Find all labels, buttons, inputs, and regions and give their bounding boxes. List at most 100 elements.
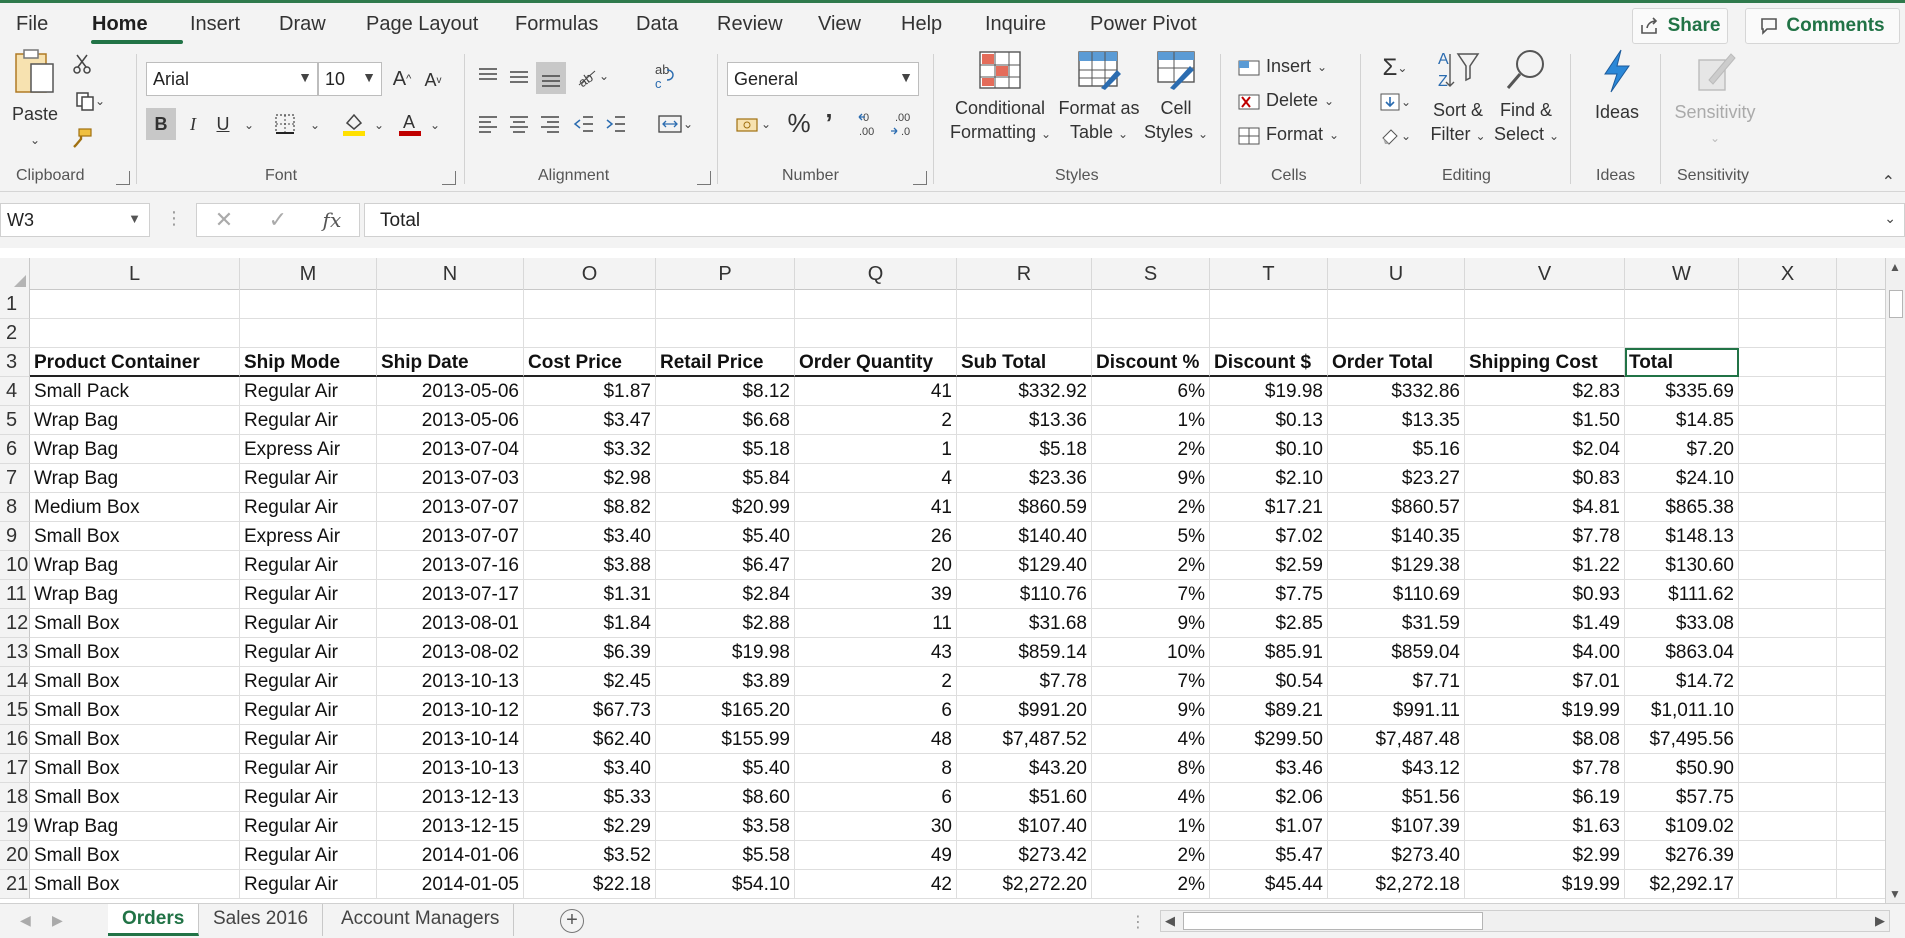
column-header[interactable]: X: [1739, 258, 1837, 290]
tab-power-pivot[interactable]: Power Pivot: [1090, 13, 1197, 36]
cell-styles-button[interactable]: Cell Styles ⌄: [1144, 50, 1208, 146]
tab-file[interactable]: File: [16, 13, 48, 36]
row-header[interactable]: 3: [0, 348, 30, 377]
empty-cell[interactable]: [795, 290, 957, 319]
empty-cell[interactable]: [1739, 696, 1837, 725]
table-cell[interactable]: $110.69: [1328, 580, 1465, 609]
table-cell[interactable]: $2.59: [1210, 551, 1328, 580]
comments-button[interactable]: Comments: [1745, 8, 1900, 44]
increase-font-size-icon[interactable]: A ^: [388, 64, 416, 94]
table-cell[interactable]: $7.78: [957, 667, 1092, 696]
table-cell[interactable]: 2014-01-05: [377, 870, 524, 899]
empty-cell[interactable]: [1837, 870, 1885, 899]
borders-dropdown-icon[interactable]: ⌄: [310, 118, 320, 132]
table-cell[interactable]: 2013-07-04: [377, 435, 524, 464]
middle-align-icon[interactable]: [505, 62, 533, 90]
table-cell[interactable]: Small Box: [30, 870, 240, 899]
tab-data[interactable]: Data: [636, 13, 678, 36]
empty-cell[interactable]: [1739, 290, 1837, 319]
row-header[interactable]: 2: [0, 319, 30, 348]
table-cell[interactable]: $45.44: [1210, 870, 1328, 899]
table-cell[interactable]: $7,487.48: [1328, 725, 1465, 754]
table-cell[interactable]: $24.10: [1625, 464, 1739, 493]
number-dialog-launcher[interactable]: [913, 171, 927, 185]
table-cell[interactable]: $1.31: [524, 580, 656, 609]
font-color-icon[interactable]: A: [396, 108, 424, 140]
column-header[interactable]: M: [240, 258, 377, 290]
table-cell[interactable]: $140.40: [957, 522, 1092, 551]
row-header[interactable]: 20: [0, 841, 30, 870]
empty-cell[interactable]: [1739, 348, 1837, 377]
ideas-button[interactable]: Ideas: [1586, 48, 1648, 124]
table-cell[interactable]: $0.54: [1210, 667, 1328, 696]
table-cell[interactable]: 41: [795, 377, 957, 406]
table-cell[interactable]: 7%: [1092, 580, 1210, 609]
empty-cell[interactable]: [1739, 754, 1837, 783]
font-color-dropdown-icon[interactable]: ⌄: [430, 118, 440, 132]
table-cell[interactable]: $20.99: [656, 493, 795, 522]
table-cell[interactable]: 2013-05-06: [377, 377, 524, 406]
row-header[interactable]: 4: [0, 377, 30, 406]
table-cell[interactable]: $2.85: [1210, 609, 1328, 638]
insert-cells-button[interactable]: Insert ⌄: [1238, 56, 1327, 77]
table-cell[interactable]: $7.78: [1465, 522, 1625, 551]
header-cell[interactable]: Ship Mode: [240, 348, 377, 377]
tab-draw[interactable]: Draw: [279, 13, 326, 36]
empty-cell[interactable]: [1837, 638, 1885, 667]
empty-cell[interactable]: [1739, 783, 1837, 812]
decrease-decimal-icon[interactable]: .00.0: [888, 108, 918, 140]
tab-review[interactable]: Review: [717, 13, 783, 36]
table-cell[interactable]: $2.98: [524, 464, 656, 493]
table-cell[interactable]: $5.18: [957, 435, 1092, 464]
table-cell[interactable]: 4: [795, 464, 957, 493]
empty-cell[interactable]: [795, 319, 957, 348]
table-cell[interactable]: 2013-05-06: [377, 406, 524, 435]
scroll-right-icon[interactable]: ▶: [1875, 913, 1885, 929]
empty-cell[interactable]: [1837, 290, 1885, 319]
row-header[interactable]: 17: [0, 754, 30, 783]
header-cell[interactable]: Discount %: [1092, 348, 1210, 377]
table-cell[interactable]: 2013-07-17: [377, 580, 524, 609]
table-cell[interactable]: $6.39: [524, 638, 656, 667]
table-cell[interactable]: $67.73: [524, 696, 656, 725]
paste-button[interactable]: Paste ⌄: [10, 48, 60, 152]
table-cell[interactable]: 10%: [1092, 638, 1210, 667]
column-header[interactable]: T: [1210, 258, 1328, 290]
align-left-icon[interactable]: [474, 110, 502, 138]
table-cell[interactable]: 2%: [1092, 435, 1210, 464]
table-cell[interactable]: 2013-10-13: [377, 667, 524, 696]
horizontal-scrollbar[interactable]: ◀ ▶: [1160, 910, 1890, 932]
wrap-text-icon[interactable]: ab c: [650, 60, 680, 92]
cancel-icon[interactable]: ✕: [215, 207, 233, 233]
table-cell[interactable]: $991.11: [1328, 696, 1465, 725]
table-cell[interactable]: 1: [795, 435, 957, 464]
sheet-tab-sales-2016[interactable]: Sales 2016: [199, 904, 324, 936]
empty-cell[interactable]: [1328, 290, 1465, 319]
table-cell[interactable]: $2.06: [1210, 783, 1328, 812]
empty-cell[interactable]: [1837, 841, 1885, 870]
empty-cell[interactable]: [1837, 464, 1885, 493]
sheet-tab-orders[interactable]: Orders: [108, 904, 200, 936]
tab-insert[interactable]: Insert: [190, 13, 240, 36]
table-cell[interactable]: Regular Air: [240, 609, 377, 638]
empty-cell[interactable]: [1837, 406, 1885, 435]
table-cell[interactable]: Regular Air: [240, 406, 377, 435]
empty-cell[interactable]: [957, 319, 1092, 348]
empty-cell[interactable]: [1837, 783, 1885, 812]
table-cell[interactable]: $1.49: [1465, 609, 1625, 638]
table-cell[interactable]: $7.75: [1210, 580, 1328, 609]
table-cell[interactable]: $2,272.20: [957, 870, 1092, 899]
format-as-table-button[interactable]: Format as Table ⌄: [1058, 50, 1140, 146]
table-cell[interactable]: $2.99: [1465, 841, 1625, 870]
table-cell[interactable]: 1%: [1092, 406, 1210, 435]
share-button[interactable]: Share: [1632, 8, 1728, 44]
empty-cell[interactable]: [1739, 406, 1837, 435]
table-cell[interactable]: $1,011.10: [1625, 696, 1739, 725]
table-cell[interactable]: $19.98: [1210, 377, 1328, 406]
table-cell[interactable]: $2.83: [1465, 377, 1625, 406]
alignment-dialog-launcher[interactable]: [697, 171, 711, 185]
table-cell[interactable]: $7.71: [1328, 667, 1465, 696]
header-cell[interactable]: Ship Date: [377, 348, 524, 377]
table-cell[interactable]: $865.38: [1625, 493, 1739, 522]
table-cell[interactable]: 2013-07-07: [377, 493, 524, 522]
